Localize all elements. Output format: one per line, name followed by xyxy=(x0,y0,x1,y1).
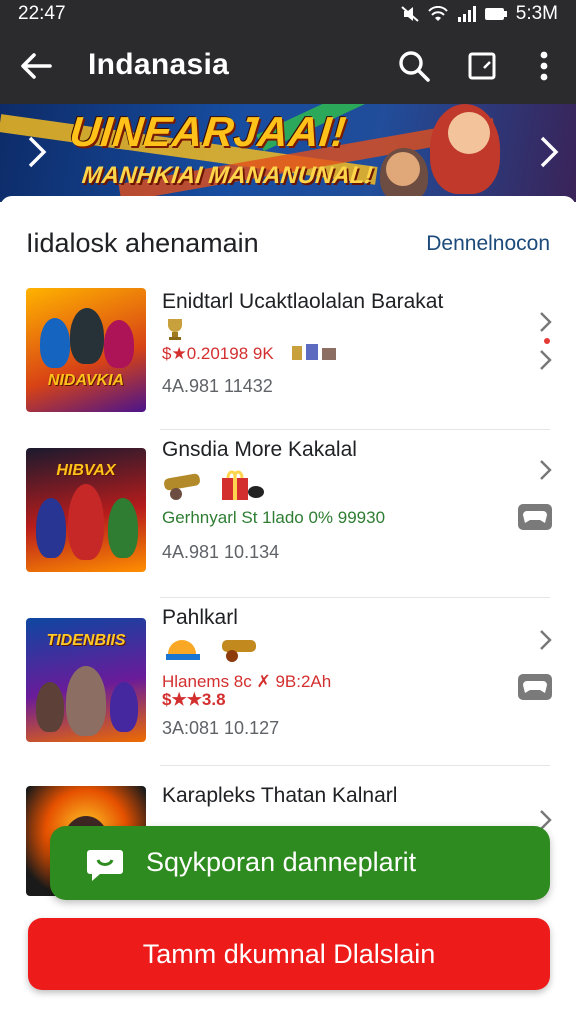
battery-icon xyxy=(484,8,507,20)
chat-bubble-icon xyxy=(87,850,123,881)
helmet-icon xyxy=(166,640,200,660)
thumb-character xyxy=(66,666,106,736)
section-link[interactable]: Dennelnocon xyxy=(426,232,550,256)
item-price: Hlanems 8c ✗ 9B:2Ah xyxy=(162,672,332,691)
back-arrow-icon[interactable] xyxy=(16,46,56,86)
item-thumbnail: NIDAVKIA xyxy=(26,288,146,412)
list-item[interactable]: TIDENBIIS Pahlkarl Hlanems 8c ✗ 9B:2Ah $… xyxy=(0,598,576,766)
promo-banner[interactable]: UINEARJAAI! MANHKIAI MANANUNAL! xyxy=(0,104,576,202)
thumb-character xyxy=(70,308,104,364)
item-rewards xyxy=(162,630,264,666)
banner-character-face xyxy=(386,152,420,186)
banner-character-face xyxy=(448,112,490,154)
reward-icons xyxy=(292,344,336,360)
thumb-character xyxy=(104,320,134,368)
controller-icon[interactable] xyxy=(518,674,552,700)
page-title: Indanasia xyxy=(88,48,230,81)
item-meta: 3A:081 10.127 xyxy=(162,718,280,738)
item-name: Enidtarl Ucaktlaolalan Barakat xyxy=(162,290,444,313)
chevron-right-icon[interactable] xyxy=(536,628,556,652)
status-bar: 22:47 5:3M xyxy=(0,0,576,28)
controller-icon[interactable] xyxy=(518,504,552,530)
status-time: 22:47 xyxy=(18,3,66,24)
item-name: Pahlkarl xyxy=(162,606,238,629)
cannon-icon xyxy=(222,640,256,662)
thumb-title: TIDENBIIS xyxy=(46,632,126,649)
item-thumbnail: TIDENBIIS xyxy=(26,618,146,742)
list-item[interactable]: HIBVAX Gnsdia More Kakalal Gerhnyarl St … xyxy=(0,430,576,598)
thumb-title: NIDAVKIA xyxy=(47,372,125,389)
wifi-icon xyxy=(428,6,448,21)
cannon-icon xyxy=(164,473,200,500)
item-price: Gerhnyarl St 1lado 0% 99930 xyxy=(162,508,386,527)
status-icons: 5:3M xyxy=(400,3,558,25)
thumb-character xyxy=(36,498,66,558)
thumb-character xyxy=(36,682,64,732)
primary-action-label: Tamm dkumnal Dlalslain xyxy=(142,939,436,969)
notification-dot xyxy=(544,338,550,344)
banner-headline: UINEARJAAI! xyxy=(67,108,349,155)
thumb-character xyxy=(40,318,70,368)
thumb-character xyxy=(110,682,138,732)
banner-prev-icon[interactable] xyxy=(22,132,52,172)
chevron-right-icon[interactable] xyxy=(536,310,556,334)
search-icon[interactable] xyxy=(394,46,434,86)
banner-next-icon[interactable] xyxy=(534,132,564,172)
item-meta: 4A.981 11432 xyxy=(162,376,273,396)
thumb-title: HIBVAX xyxy=(56,462,116,479)
section-title: Iidalosk ahenamain xyxy=(26,228,259,258)
item-price: $★0.20198 9K xyxy=(162,344,274,363)
item-price-secondary: $★★3.8 xyxy=(162,690,226,709)
thumb-character xyxy=(108,498,138,558)
thumb-character xyxy=(68,484,104,560)
banner-subtitle: MANHKIAI MANANUNAL! xyxy=(80,162,375,189)
mute-icon xyxy=(401,6,419,22)
app-bar: Indanasia xyxy=(0,28,576,104)
list-item[interactable]: NIDAVKIA Enidtarl Ucaktlaolalan Barakat … xyxy=(0,262,576,430)
toast-label: Sqykporan danneplarit xyxy=(146,847,417,877)
item-thumbnail: HIBVAX xyxy=(26,448,146,572)
chevron-right-icon[interactable] xyxy=(536,458,556,482)
trophy-icon xyxy=(168,319,182,340)
chevron-right-icon[interactable] xyxy=(536,348,556,372)
crop-icon[interactable] xyxy=(462,46,502,86)
item-rewards xyxy=(162,466,264,502)
row-divider xyxy=(160,765,550,766)
item-name: Gnsdia More Kakalal xyxy=(162,438,357,461)
item-meta: 4A.981 10.134 xyxy=(162,542,280,562)
signal-icon xyxy=(457,6,476,22)
toast-banner[interactable]: Sqykporan danneplarit xyxy=(50,826,550,900)
more-vert-icon[interactable] xyxy=(524,46,564,86)
gift-icon xyxy=(222,470,264,500)
primary-action-button[interactable]: Tamm dkumnal Dlalslain xyxy=(28,918,550,990)
item-name: Karapleks Thatan Kalnarl xyxy=(162,784,398,807)
status-clock: 5:3M xyxy=(515,3,558,24)
